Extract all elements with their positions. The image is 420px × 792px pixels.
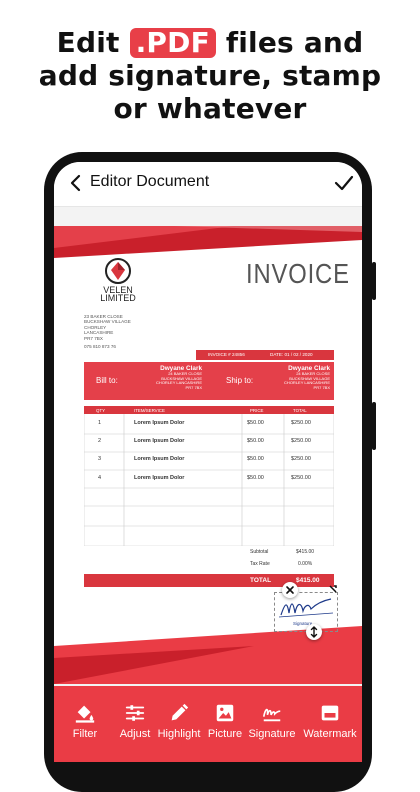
billing-band: Bill to: Dwyane Clark 24 BAKER CLOSE BUC… [84, 362, 334, 400]
image-icon [216, 704, 234, 722]
invoice-number: INVOICE # 24856 [208, 352, 245, 357]
row-item: Lorem Ipsum Dolor [134, 475, 185, 481]
toolbar-filter[interactable]: Filter [57, 702, 113, 740]
table-header: QTY ITEM/SERVICE PRICE TOTAL [84, 406, 334, 414]
confirm-check-icon[interactable] [332, 171, 356, 195]
toolbar-watermark[interactable]: Watermark [298, 702, 362, 740]
bill-to-block: Dwyane Clark 24 BAKER CLOSE BUCKSHAW VIL… [142, 365, 202, 390]
row-item: Lorem Ipsum Dolor [134, 456, 185, 462]
row-total: $250.00 [291, 420, 311, 426]
row-qty: 3 [98, 456, 102, 462]
watermark-icon [321, 705, 339, 721]
invoice-document[interactable]: VELEN LIMITED INVOICE 23 BAKER CLOSE BUC… [54, 226, 362, 684]
back-arrow-icon[interactable] [64, 171, 88, 195]
ship-to-label: Ship to: [226, 376, 254, 385]
signature-icon [262, 708, 281, 722]
row-price: $50.00 [247, 438, 264, 444]
column-header-qty: QTY [96, 407, 106, 413]
tax-value: 0.00% [298, 561, 313, 567]
rotate-handle-icon[interactable] [328, 584, 338, 594]
ship-to-line: PR7 7BX [313, 384, 330, 390]
pdf-badge: .PDF [129, 28, 216, 58]
row-total: $250.00 [291, 456, 311, 462]
headline-word-edit: Edit [56, 26, 120, 59]
close-icon [286, 586, 294, 594]
row-total: $250.00 [291, 475, 311, 481]
phone-power-button [372, 402, 376, 450]
invoice-heading: INVOICE [246, 258, 350, 289]
column-header-price: PRICE [250, 407, 264, 413]
row-item: Lorem Ipsum Dolor [134, 420, 185, 426]
tax-label: Tax Rate [250, 561, 270, 567]
headline-word-files: files and [225, 26, 364, 59]
ship-to-block: Dwyane Clark 24 BAKER CLOSE BUCKSHAW VIL… [270, 365, 330, 390]
subtotal-label: Subtotal [250, 549, 269, 555]
pencil-icon [171, 703, 189, 721]
row-price: $50.00 [247, 456, 264, 462]
promo-headline: Edit .PDF files and add signature, stamp… [0, 26, 420, 125]
resize-arrows-icon [310, 626, 318, 638]
sender-address: 23 BAKER CLOSE BUCKSHAW VILLAGE CHORLEY … [84, 314, 131, 349]
column-header-total: TOTAL [293, 407, 307, 413]
row-price: $50.00 [247, 475, 264, 481]
total-value: $415.00 [296, 577, 320, 584]
toolbar-signature[interactable]: Signature [244, 702, 300, 740]
subtotal-value: $415.00 [296, 549, 315, 555]
app-bar: Editor Document [54, 162, 362, 207]
toolbar-filter-label: Filter [72, 728, 98, 740]
app-screen: Editor Document VELEN LIMITED INVOICE 23… [54, 162, 362, 762]
total-label: TOTAL [250, 577, 272, 584]
toolbar-signature-label: Signature [248, 728, 296, 740]
headline-line-3: or whatever [113, 92, 307, 125]
edit-toolbar: Filter Adjust Highlight Picture Signatur… [54, 686, 362, 762]
toolbar-watermark-label: Watermark [303, 728, 357, 740]
row-qty: 4 [98, 475, 102, 481]
invoice-date: DATE: 01 / 02 / 2020 [270, 352, 313, 357]
headline-line-1: Edit .PDF files and [0, 26, 420, 59]
signature-resize-handle[interactable] [306, 624, 322, 640]
row-total: $250.00 [291, 438, 311, 444]
row-item: Lorem Ipsum Dolor [134, 438, 185, 444]
signature-delete-handle[interactable] [282, 582, 298, 598]
sliders-icon [125, 705, 145, 721]
phone-volume-button [372, 262, 376, 300]
page-title: Editor Document [90, 173, 210, 190]
headline-line-2: add signature, stamp [38, 59, 382, 92]
logo-line-2: LIMITED [100, 293, 136, 303]
column-header-item: ITEM/SERVICE [134, 407, 165, 413]
row-qty: 2 [98, 438, 102, 444]
paint-bucket-icon [75, 705, 95, 723]
sender-phone: 075 810 873 76 [84, 344, 116, 350]
row-price: $50.00 [247, 420, 264, 426]
bill-to-line: PR7 7BX [185, 384, 202, 390]
row-qty: 1 [98, 420, 102, 426]
address-line: PR7 7BX [84, 335, 103, 341]
invoice-meta-bar: INVOICE # 24856 DATE: 01 / 02 / 2020 [196, 350, 334, 360]
logo-text: VELEN LIMITED [96, 286, 140, 303]
bill-to-label: Bill to: [96, 376, 118, 385]
